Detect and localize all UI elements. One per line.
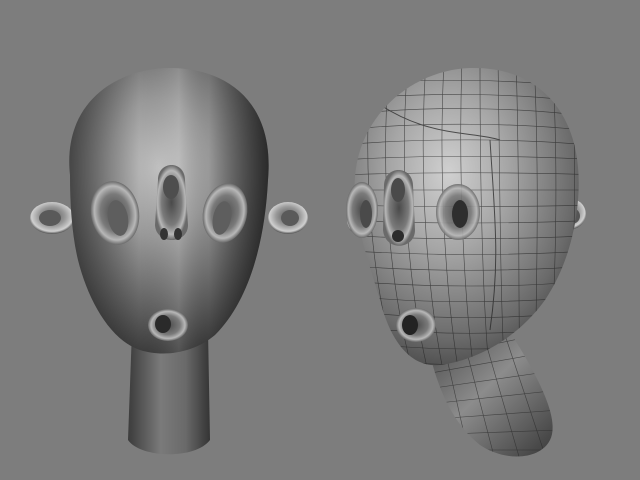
right-eye-socket-left <box>346 182 378 238</box>
right-mouth <box>396 308 436 342</box>
render-canvas <box>30 67 586 457</box>
left-nose <box>155 165 188 240</box>
left-mouth <box>148 309 188 341</box>
right-head-model <box>346 67 586 457</box>
left-ear-right <box>268 202 308 234</box>
left-ear-left <box>30 202 74 234</box>
right-eye-socket-right <box>436 184 480 240</box>
right-nose <box>383 170 415 246</box>
left-head-model <box>30 68 308 455</box>
render-viewport <box>0 0 640 480</box>
